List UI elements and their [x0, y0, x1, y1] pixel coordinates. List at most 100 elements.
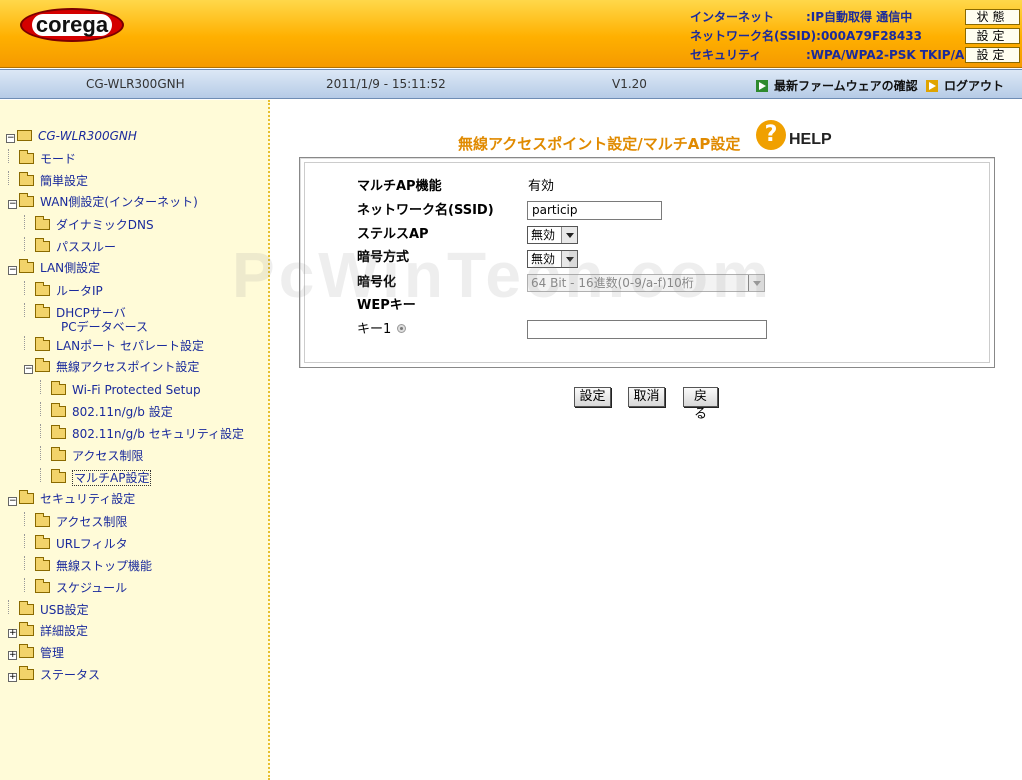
status-internet-button[interactable]: 状態 [965, 9, 1020, 25]
key1-radio-icon[interactable] [397, 324, 407, 333]
apply-button[interactable]: 設定 [574, 387, 611, 407]
tree-line-icon [24, 237, 33, 251]
cipher-select[interactable]: 64 Bit - 16進数(0-9/a-f)10桁 [527, 274, 765, 292]
sidebar-item[interactable]: アクセス制限 [24, 512, 127, 530]
status-ssid-label: ネットワーク名(SSID) [690, 29, 817, 43]
wep-key-label: WEPキー [357, 298, 416, 313]
sidebar-item-label: モード [40, 152, 77, 166]
help-icon[interactable]: ? [756, 120, 786, 150]
tree-line-icon [8, 171, 17, 185]
tree-root[interactable]: − CG-WLR300GNH [6, 127, 137, 145]
tree-line-icon [40, 424, 49, 438]
ssid-input[interactable]: particip [527, 201, 662, 220]
firmware-version: V1.20 [612, 77, 647, 91]
sidebar-item-label: アクセス制限 [56, 515, 128, 529]
folder-icon [19, 150, 34, 164]
tree-expand-icon[interactable]: + [8, 673, 17, 682]
sidebar-item[interactable]: URLフィルタ [24, 534, 128, 552]
tree-line-icon [24, 578, 33, 592]
sidebar-item[interactable]: 簡単設定 [8, 171, 88, 189]
datetime: 2011/1/9 - 15:11:52 [326, 77, 446, 91]
sidebar-item-sublabel[interactable]: PCデータベース [61, 318, 148, 336]
sidebar-item[interactable]: アクセス制限 [40, 446, 143, 464]
sidebar-item[interactable]: 802.11n/g/b 設定 [40, 402, 173, 420]
sidebar-item-label: WAN側設定(インターネット) [40, 195, 198, 209]
folder-icon [35, 358, 50, 372]
cipher-label: 暗号化 [357, 275, 397, 290]
status-ssid-value: :000A79F28433 [816, 29, 922, 43]
sidebar-item[interactable]: Wi-Fi Protected Setup [40, 380, 201, 398]
chevron-down-icon [748, 275, 764, 291]
folder-icon [19, 666, 34, 680]
sidebar-item[interactable]: − 無線アクセスポイント設定 [24, 358, 199, 376]
sidebar-item[interactable]: − WAN側設定(インターネット) [8, 193, 198, 211]
folder-icon [19, 259, 34, 273]
sidebar-item[interactable]: モード [8, 149, 76, 167]
tree-expand-icon[interactable]: + [8, 629, 17, 638]
folder-icon [35, 282, 50, 296]
tree-collapse-icon[interactable]: − [8, 200, 17, 209]
tree-line-icon [8, 600, 17, 614]
top-header: corega インターネット:IP自動取得 通信中 状態 ネットワーク名(SSI… [0, 0, 1022, 68]
arrow-right-icon [926, 80, 938, 92]
logout-link[interactable]: ログアウト [926, 77, 1004, 94]
multi-ap-label: マルチAP機能 [357, 179, 442, 194]
sidebar-item[interactable]: − セキュリティ設定 [8, 490, 135, 508]
sidebar-item-label: Wi-Fi Protected Setup [72, 383, 201, 397]
security-settings-button[interactable]: 設定 [965, 47, 1020, 63]
tree-collapse-icon[interactable]: − [8, 266, 17, 275]
folder-icon [35, 337, 50, 351]
sidebar-item[interactable]: スケジュール [24, 578, 127, 596]
sidebar-item[interactable]: ダイナミックDNS [24, 215, 154, 233]
sidebar-item-label: USB設定 [40, 603, 89, 617]
tree-line-icon [40, 446, 49, 460]
folder-icon [51, 447, 66, 461]
cancel-button[interactable]: 取消 [628, 387, 665, 407]
status-security: セキュリティ:WPA/WPA2-PSK TKIP/AES [690, 46, 981, 64]
back-button[interactable]: 戻る [683, 387, 718, 422]
sidebar-item[interactable]: 802.11n/g/b セキュリティ設定 [40, 424, 244, 442]
tree-expand-icon[interactable]: + [8, 651, 17, 660]
folder-icon [51, 425, 66, 439]
tree-collapse-icon[interactable]: − [8, 497, 17, 506]
tree-line-icon [8, 149, 17, 163]
sidebar-item[interactable]: ルータIP [24, 281, 103, 299]
folder-icon [19, 644, 34, 658]
folder-icon [19, 490, 34, 504]
sidebar-item[interactable]: + 管理 [8, 644, 64, 662]
folder-icon [35, 535, 50, 549]
sidebar-item[interactable]: + ステータス [8, 666, 100, 684]
stealth-ap-label: ステルスAP [357, 227, 429, 242]
tree-line-icon [24, 303, 33, 317]
corega-logo[interactable]: corega [20, 8, 124, 42]
sidebar-item[interactable]: + 詳細設定 [8, 622, 88, 640]
folder-icon [51, 381, 66, 395]
tree-collapse-icon[interactable]: − [24, 365, 33, 374]
status-internet: インターネット:IP自動取得 通信中 [690, 8, 912, 26]
encryption-method-select[interactable]: 無効 [527, 250, 578, 268]
tree-collapse-icon[interactable]: − [6, 134, 15, 143]
help-link[interactable]: HELP [789, 131, 832, 149]
arrow-right-icon [756, 80, 768, 92]
sidebar-item-label: 簡単設定 [40, 174, 89, 188]
sidebar-item[interactable]: LANポート セパレート設定 [24, 336, 204, 354]
tree-line-icon [40, 380, 49, 394]
stealth-ap-select[interactable]: 無効 [527, 226, 578, 244]
sidebar-item[interactable]: パススルー [24, 237, 116, 255]
key1-input[interactable] [527, 320, 767, 339]
folder-icon [19, 622, 34, 636]
sidebar-item-label: 802.11n/g/b 設定 [72, 405, 173, 419]
folder-icon [35, 238, 50, 252]
sidebar-item-label: 管理 [40, 646, 65, 660]
sidebar-item[interactable]: USB設定 [8, 600, 89, 618]
tree-line-icon [24, 556, 33, 570]
sidebar-item-label: ステータス [40, 668, 101, 682]
sidebar-item[interactable]: 無線ストップ機能 [24, 556, 152, 574]
sidebar-item[interactable]: マルチAP設定 [40, 468, 152, 486]
ssid-settings-button[interactable]: 設定 [965, 28, 1020, 44]
tree-line-icon [24, 215, 33, 229]
model-name: CG-WLR300GNH [86, 77, 185, 91]
sidebar-item[interactable]: − LAN側設定 [8, 259, 100, 277]
status-internet-label: インターネット [690, 10, 775, 24]
firmware-check-link[interactable]: 最新ファームウェアの確認 [756, 77, 918, 94]
